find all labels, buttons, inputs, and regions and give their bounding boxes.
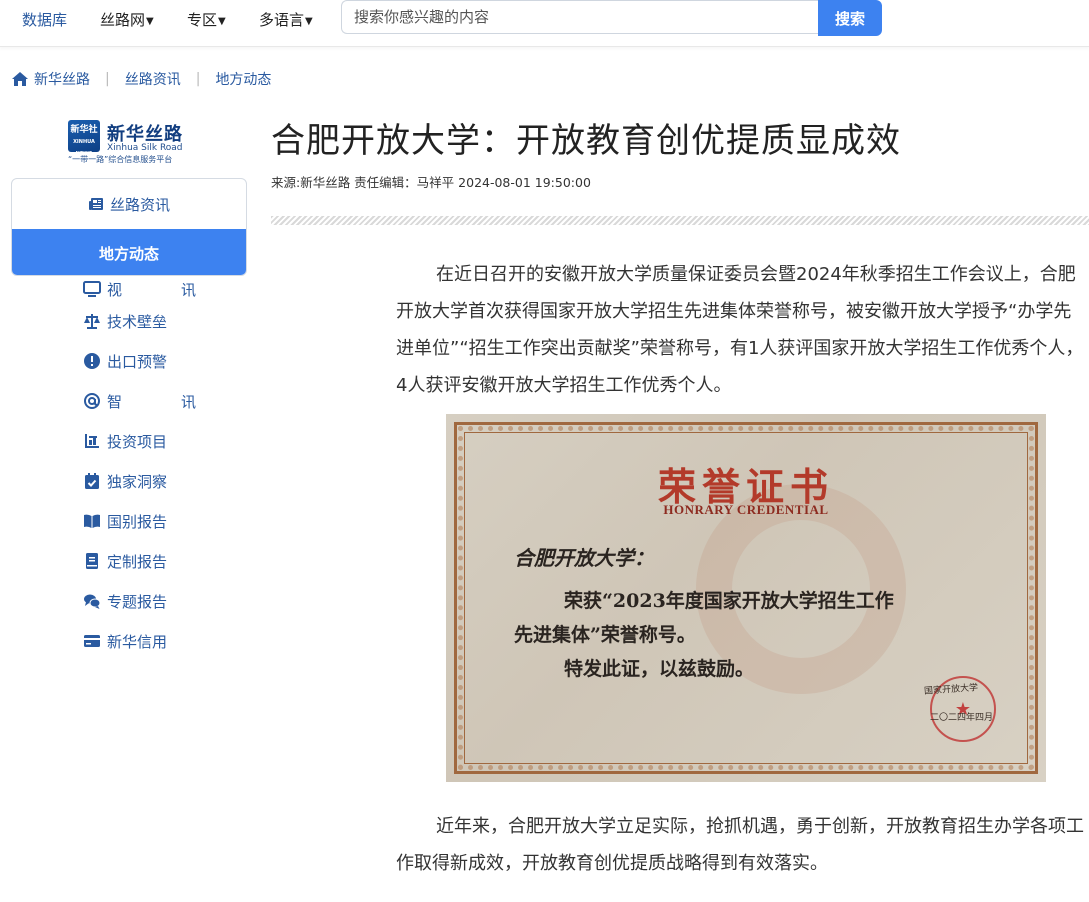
sidebar-item-country-report[interactable]: 国别报告: [83, 510, 167, 532]
nav-silkroad-label: 丝路网: [100, 11, 146, 29]
article-paragraph: 在近日召开的安徽开放大学质量保证委员会暨2024年秋季招生工作会议上，合肥开放大…: [396, 264, 1084, 396]
sidebar-item-label: 技术壁垒: [107, 312, 168, 331]
sidebar-item-label: 视 讯: [107, 280, 219, 299]
caret-down-icon: ▼: [218, 16, 226, 27]
nav-database[interactable]: 数据库: [22, 9, 67, 30]
sidebar-item-label: 出口预警: [107, 352, 168, 371]
sidebar-item-label: 新华信用: [107, 632, 168, 651]
article-paragraph: 近年来，合肥开放大学立足实际，抢抓机遇，勇于创新，开放教育招生办学各项工作取得新…: [396, 816, 1084, 874]
logo-english-name: Xinhua Silk Road: [107, 143, 183, 153]
certificate-subtitle: HONRARY CREDENTIAL: [663, 502, 829, 517]
nav-languages-label: 多语言: [259, 11, 305, 29]
book-icon: [86, 553, 98, 569]
newspaper-icon: [88, 198, 103, 210]
search-button[interactable]: 搜索: [818, 0, 882, 36]
at-icon: [84, 393, 100, 409]
sidebar-item-silkroad-news[interactable]: 丝路资讯: [12, 179, 246, 229]
sidebar-item-label: 投资项目: [107, 432, 168, 451]
alert-icon: [84, 353, 100, 369]
sidebar-item-intelligence[interactable]: 智 讯: [83, 390, 218, 412]
logo-mark: 新华社 XINHUA NEWS: [68, 120, 100, 157]
certificate-recipient: 合肥开放大学：: [514, 546, 654, 570]
caret-down-icon: ▼: [305, 16, 313, 27]
search-input[interactable]: [341, 0, 819, 34]
logo-slogan: “一带一路”综合信息服务平台: [68, 155, 173, 164]
nav-languages[interactable]: 多语言▼: [259, 9, 313, 30]
breadcrumb-item[interactable]: 地方动态: [215, 69, 271, 89]
top-nav: 数据库 丝路网▼ 专区▼ 多语言▼ 搜索: [0, 0, 1089, 47]
sidebar-item-video[interactable]: 视 讯: [83, 278, 218, 300]
logo-mark-text: 新华社: [70, 125, 98, 135]
nav-zone-label: 专区: [187, 11, 218, 29]
certificate-photo: 荣誉证书 HONRARY CREDENTIAL 合肥开放大学： 荣获“2023年…: [446, 414, 1046, 782]
sidebar-item-custom-report[interactable]: 定制报告: [83, 550, 167, 572]
sidebar-category-box: 丝路资讯 地方动态: [11, 178, 247, 276]
certificate-date: 二〇二四年四月: [930, 713, 994, 723]
comments-icon: [84, 594, 101, 609]
sidebar-item-label: 智 讯: [107, 392, 219, 411]
sidebar-item-export-alert[interactable]: 出口预警: [83, 350, 167, 372]
book-open-icon: [84, 514, 100, 528]
sidebar-item-label: 丝路资讯: [109, 195, 170, 214]
sidebar-item-tech-barriers[interactable]: 技术壁垒: [83, 310, 167, 332]
scale-icon: [84, 314, 100, 329]
breadcrumb-home[interactable]: 新华丝路: [34, 69, 90, 89]
nav-database-label: 数据库: [22, 11, 68, 29]
sidebar-item-label: 国别报告: [107, 512, 168, 531]
monitor-icon: [83, 281, 101, 297]
caret-down-icon: ▼: [146, 16, 154, 27]
chart-icon: [85, 434, 99, 448]
home-icon[interactable]: [11, 71, 29, 87]
nav-zone[interactable]: 专区▼: [187, 9, 226, 30]
sidebar-item-insight[interactable]: 独家洞察: [83, 470, 167, 492]
sidebar-item-topic-report[interactable]: 专题报告: [83, 590, 167, 612]
certificate-text-line: 特发此证，以兹鼓励。: [564, 658, 755, 680]
sidebar-item-investment[interactable]: 投资项目: [83, 430, 167, 452]
breadcrumb: 新华丝路 | 丝路资讯 | 地方动态: [11, 68, 271, 90]
sidebar-item-label: 地方动态: [98, 244, 159, 263]
sidebar-item-local-news-active[interactable]: 地方动态: [12, 229, 246, 275]
breadcrumb-separator: |: [195, 71, 201, 87]
search-bar: 搜索: [341, 0, 882, 36]
xinhua-silk-road-logo[interactable]: 新华社 XINHUA NEWS 新华丝路 Xinhua Silk Road “一带…: [68, 120, 193, 166]
breadcrumb-item[interactable]: 丝路资讯: [125, 69, 181, 89]
sidebar-item-label: 独家洞察: [107, 472, 168, 491]
sidebar-item-xinhua-credit[interactable]: 新华信用: [83, 630, 167, 652]
sidebar-item-label: 专题报告: [107, 592, 168, 611]
credit-card-icon: [84, 635, 100, 647]
certificate-text-line: 荣获“2023年度国家开放大学招生工作: [564, 590, 894, 612]
article-meta: 来源:新华丝路 责任编辑：马祥平 2024-08-01 19:50:00: [271, 175, 591, 190]
article-title: 合肥开放大学：开放教育创优提质显成效: [271, 121, 901, 161]
sidebar-item-label: 定制报告: [107, 552, 168, 571]
nav-silkroad[interactable]: 丝路网▼: [100, 9, 154, 30]
title-divider: [271, 216, 1089, 225]
certificate-text-line: 先进集体”荣誉称号。: [514, 624, 696, 646]
breadcrumb-separator: |: [105, 71, 110, 87]
calendar-check-icon: [85, 473, 99, 489]
